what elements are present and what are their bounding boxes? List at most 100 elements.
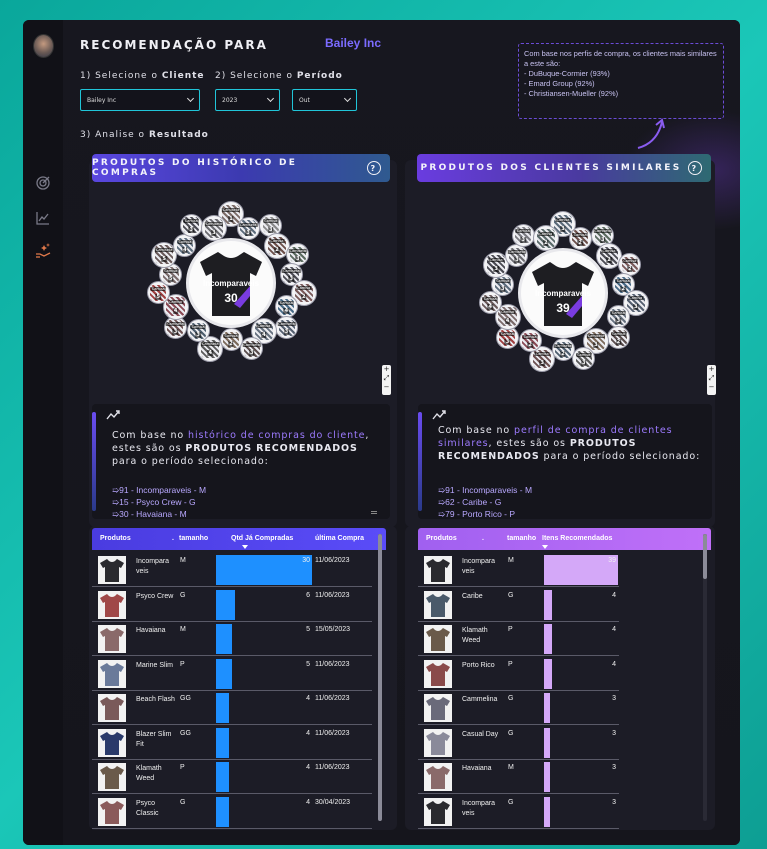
bubble-label: Camisa [622, 258, 638, 263]
product-thumbnail [424, 694, 452, 722]
col-produtos[interactable]: Produtos [100, 535, 131, 542]
last-purchase-date: 15/05/2023 [315, 626, 351, 633]
help-icon[interactable]: ? [688, 161, 702, 175]
col-dot[interactable]: . [482, 535, 484, 542]
help-icon[interactable]: ? [367, 161, 381, 175]
table-row[interactable]: Incompara veis G 3 [418, 795, 619, 829]
product-bubble[interactable]: Camisa 4 [274, 295, 298, 319]
product-size: GG [180, 695, 191, 702]
zoom-control[interactable]: + ⤢ − [382, 365, 391, 395]
quantity-value: 4 [306, 729, 310, 737]
table-row[interactable]: Klamath Weed P 4 11/06/2023 [92, 760, 372, 794]
sort-desc-icon[interactable] [242, 545, 248, 549]
product-bubble[interactable]: Camisa 3 [179, 213, 203, 237]
col-qtd[interactable]: Qtd Já Compradas [231, 535, 293, 542]
year-select[interactable]: 2023 [215, 89, 280, 111]
similar-note-intro: Com base nos perfis de compra, os client… [524, 49, 717, 68]
month-select-value: Out [299, 96, 310, 104]
product-size: P [180, 764, 185, 771]
product-thumbnail [424, 625, 452, 653]
sort-desc-icon[interactable] [542, 545, 548, 549]
product-thumbnail [424, 728, 452, 757]
scrollbar-thumb[interactable] [378, 534, 382, 821]
table-row[interactable]: Blazer Slim Fit GG 4 11/06/2023 [92, 726, 372, 760]
history-center-product[interactable]: Incomparaveis 30 [186, 238, 276, 328]
table-row[interactable]: Casual Day G 3 [418, 726, 619, 760]
bubble-label: Camisa [150, 286, 166, 291]
product-size: G [508, 798, 514, 806]
col-itens-recomendados[interactable]: Itens Recomendados [542, 535, 612, 542]
last-purchase-date: 11/06/2023 [315, 695, 350, 702]
bubble-label: Camisa [610, 310, 626, 315]
bubble-label: Camiseta [238, 222, 258, 227]
table-row[interactable]: Incompara veis M 39 [418, 553, 619, 587]
col-produtos[interactable]: Produtos [426, 535, 457, 542]
curved-arrow-icon [637, 118, 665, 149]
month-select[interactable]: Out [292, 89, 357, 111]
product-bubble[interactable]: Camiseta 3 [236, 216, 260, 240]
step-1-prefix: 1) Selecione o [80, 71, 162, 81]
history-table-scrollbar[interactable] [378, 534, 382, 821]
bubble-count: 4 [261, 332, 267, 339]
quantity-value: 30 [302, 557, 310, 564]
avatar[interactable] [33, 34, 54, 58]
product-size: M [180, 626, 186, 633]
bubble-count: 3 [195, 332, 201, 339]
drag-handle-icon[interactable] [371, 511, 377, 514]
similar-table-scrollbar[interactable] [703, 534, 707, 821]
table-row[interactable]: Beach Flash GG 4 11/06/2023 [92, 691, 372, 725]
similar-center-product[interactable]: Incomparaveis 39 [518, 248, 608, 338]
similar-rec-text: Com base no perfil de compra de clientes… [438, 424, 706, 463]
table-row[interactable]: Psyco Crew G 6 11/06/2023 [92, 588, 372, 622]
trend-icon [106, 410, 120, 420]
hand-sparkle-icon[interactable] [33, 241, 53, 261]
client-select[interactable]: Bailey Inc [80, 89, 200, 111]
table-row[interactable]: Porto Rico P 4 [418, 657, 619, 691]
bubble-count: 2 [615, 339, 622, 346]
last-purchase-date: 11/06/2023 [315, 591, 350, 599]
bubble-count: 3 [248, 350, 255, 357]
product-name: Casual Day [462, 730, 499, 738]
zoom-control[interactable]: + ⤢ − [707, 365, 716, 395]
table-row[interactable]: Cammelina G 3 [418, 691, 619, 725]
table-row[interactable]: Havaiana M 5 15/05/2023 [92, 622, 372, 656]
table-row[interactable]: Marine Slim P 5 11/06/2023 [92, 657, 372, 691]
bubble-label: Camiseta [288, 248, 308, 253]
bubble-count: 3 [633, 304, 639, 311]
col-ultima-compra[interactable]: última Compra [315, 535, 364, 542]
product-bubble[interactable]: Camisa 3 [186, 319, 210, 343]
product-thumbnail [424, 763, 452, 791]
scrollbar-thumb[interactable] [703, 534, 707, 579]
line-chart-icon[interactable] [33, 208, 53, 228]
product-size: P [180, 660, 185, 668]
history-center-name: Incomparaveis [202, 279, 260, 288]
product-bubble[interactable]: Camisa 3 [606, 305, 630, 329]
table-row[interactable]: Havaiana M 3 [418, 760, 619, 794]
product-bubble[interactable]: Camisa 2 [518, 329, 542, 353]
table-row[interactable]: Psyco Classic G 4 30/04/2023 [92, 795, 372, 829]
product-bubble[interactable]: Camisa 2 [568, 226, 592, 250]
quantity-value: 3 [612, 798, 616, 806]
table-row[interactable]: Caribe G 4 [418, 588, 619, 622]
col-tamanho[interactable]: tamanho [179, 535, 208, 542]
product-size: G [508, 729, 514, 737]
page-title: RECOMENDAÇÃO PARA [80, 38, 268, 52]
bubble-count: 3 [188, 226, 194, 233]
table-row[interactable]: Incompara veis M 30 11/06/2023 [92, 553, 372, 587]
product-thumbnail [424, 590, 452, 619]
table-row[interactable]: Klamath Weed P 4 [418, 622, 619, 656]
product-size: M [180, 557, 186, 564]
bubble-count: 3 [499, 286, 506, 293]
col-tamanho[interactable]: tamanho [507, 535, 536, 542]
product-bubble[interactable]: Camisa 3 [511, 223, 535, 247]
accent-bar [92, 412, 96, 511]
bubble-label: Camisa [296, 286, 312, 291]
product-name: Klamath Weed [462, 627, 488, 644]
bubble-label: Camiseta [507, 249, 527, 254]
last-purchase-date: 11/06/2023 [315, 660, 350, 668]
col-dot[interactable]: . [172, 535, 174, 542]
step-2-bold: Período [296, 71, 343, 81]
target-icon[interactable] [33, 173, 53, 193]
bubble-label: Camisa [601, 249, 617, 254]
product-thumbnail [98, 590, 126, 619]
